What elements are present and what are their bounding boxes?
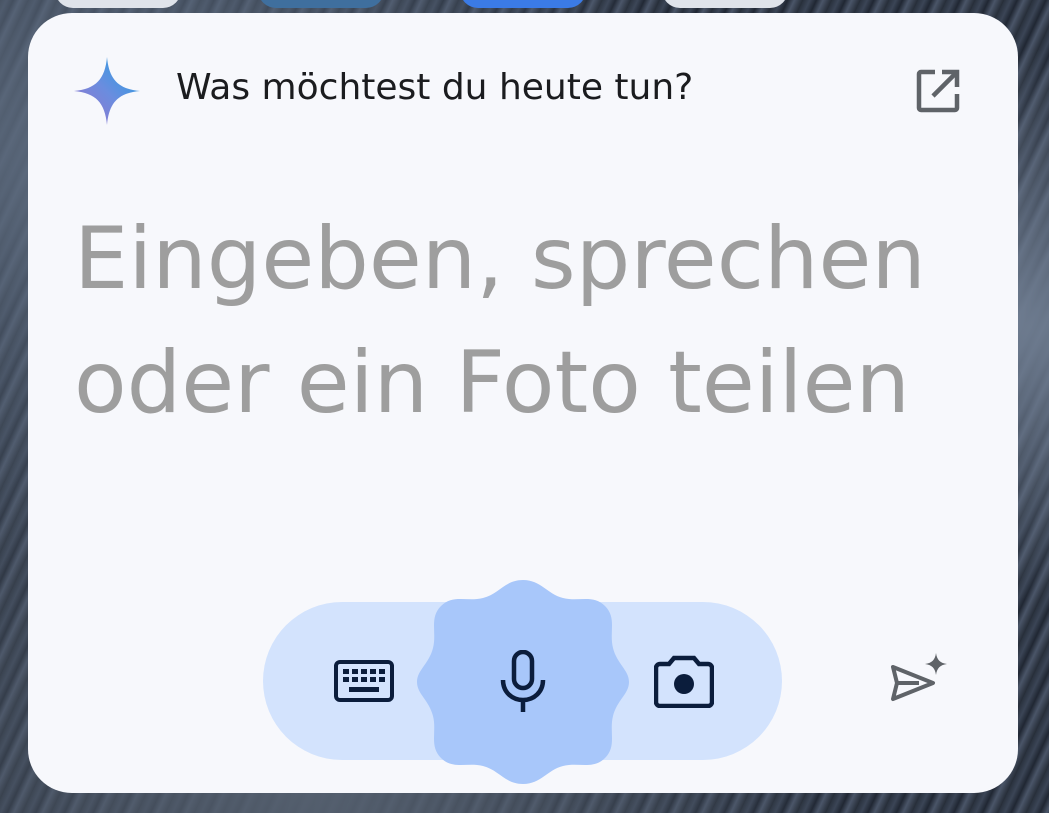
gemini-sparkle-icon	[74, 57, 140, 125]
microphone-icon	[500, 650, 546, 712]
home-screen-app-icon	[460, 0, 586, 8]
keyboard-button[interactable]	[318, 640, 410, 722]
home-screen-app-icon	[662, 0, 788, 8]
home-screen-app-icon	[258, 0, 384, 8]
keyboard-icon	[334, 660, 394, 702]
send-button[interactable]	[884, 647, 954, 711]
gemini-overlay-card: Was möchtest du heute tun? Eingeben, spr…	[28, 13, 1018, 793]
camera-icon	[654, 655, 714, 708]
home-screen-app-icon	[55, 0, 181, 8]
camera-button[interactable]	[638, 640, 730, 722]
microphone-button[interactable]	[417, 576, 629, 788]
open-in-new-button[interactable]	[906, 59, 970, 123]
prompt-placeholder[interactable]: Eingeben, sprechen oder ein Foto teilen	[74, 197, 954, 445]
open-in-new-icon	[916, 69, 960, 113]
page-title: Was möchtest du heute tun?	[176, 67, 694, 108]
send-sparkle-icon	[891, 653, 947, 701]
